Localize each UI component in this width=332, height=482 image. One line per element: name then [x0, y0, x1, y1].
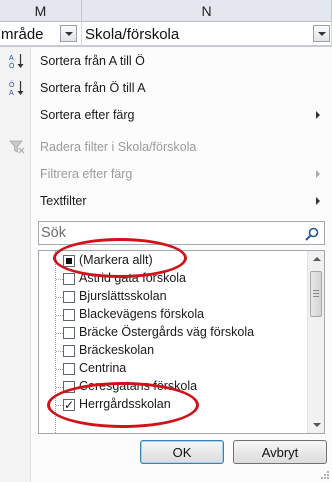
menu-item-sort-az[interactable]: A Ö Sortera från A till Ö: [0, 49, 332, 73]
item-checkbox[interactable]: [63, 291, 75, 303]
list-item-label: Blackevägens förskola: [79, 307, 205, 321]
tree-line: [56, 279, 63, 280]
submenu-arrow-icon: [316, 170, 320, 178]
menu-item-clear-filter-label: Radera filter i Skola/förskola: [40, 140, 197, 154]
item-checkbox[interactable]: [63, 327, 75, 339]
list-item[interactable]: Centrina: [39, 360, 305, 378]
menu-item-text-filter-label: Textfilter: [40, 194, 87, 208]
item-checkbox[interactable]: [63, 273, 75, 285]
menu-item-sort-color[interactable]: Sortera efter färg: [0, 103, 332, 127]
list-item-label: Bräckeskolan: [79, 343, 155, 357]
scroll-down-icon[interactable]: [313, 423, 321, 427]
item-checkbox[interactable]: [63, 309, 75, 321]
list-item-label: Astrid gata förskola: [79, 271, 186, 285]
svg-text:A: A: [9, 90, 14, 97]
list-item-label: Ceresgatans förskola: [79, 379, 198, 393]
list-item-label: Bräcke Östergårds väg förskola: [79, 325, 255, 339]
grip-line: [313, 293, 319, 294]
item-checkbox[interactable]: [63, 381, 75, 393]
clear-filter-icon: [9, 140, 25, 154]
item-checkbox[interactable]: [63, 363, 75, 375]
cell-omrade-text: mråde: [1, 25, 44, 43]
menu-item-clear-filter[interactable]: Radera filter i Skola/förskola: [0, 135, 332, 159]
autofilter-menu: A Ö Sortera från A till Ö Ö A Sortera fr…: [0, 46, 332, 482]
list-item-label: Herrgårdsskolan: [79, 397, 171, 411]
tree-line: [56, 405, 63, 406]
svg-text:A: A: [9, 55, 14, 62]
column-header-n[interactable]: N: [82, 0, 332, 22]
list-item[interactable]: Bjurslättsskolan: [39, 288, 305, 306]
list-item[interactable]: Herrgårdsskolan: [39, 396, 305, 414]
sort-ascending-icon: A Ö: [9, 54, 24, 70]
chevron-down-icon: [64, 31, 73, 36]
list-item-label: Bjurslättsskolan: [79, 289, 167, 303]
search-input[interactable]: [41, 223, 303, 243]
list-item[interactable]: Ceresgatans förskola: [39, 378, 305, 396]
list-item-label: Centrina: [79, 361, 127, 375]
list-item[interactable]: Blackevägens förskola: [39, 306, 305, 324]
item-checkbox[interactable]: [63, 345, 75, 357]
menu-item-filter-color-label: Filtrera efter färg: [40, 167, 133, 181]
filter-dropdown-button-n[interactable]: [313, 25, 330, 42]
sort-descending-icon: Ö A: [9, 81, 24, 97]
cell-skola-text: Skola/förskola: [85, 25, 180, 43]
cell-skola[interactable]: Skola/förskola: [82, 22, 332, 46]
resize-grip-icon[interactable]: [320, 470, 330, 480]
submenu-arrow-icon: [316, 197, 320, 205]
scrollbar-thumb[interactable]: [310, 271, 322, 317]
svg-text:Ö: Ö: [9, 62, 15, 70]
column-headers: M N: [0, 0, 332, 22]
list-item-label: (Markera allt): [79, 253, 153, 267]
ok-button[interactable]: OK: [140, 440, 224, 464]
svg-text:Ö: Ö: [9, 81, 15, 89]
select-all-checkbox[interactable]: [63, 255, 75, 267]
list-item[interactable]: (Markera allt): [39, 252, 305, 270]
grip-line: [313, 296, 319, 297]
submenu-arrow-icon: [316, 111, 320, 119]
menu-item-sort-az-label: Sortera från A till Ö: [40, 54, 145, 68]
list-scrollbar[interactable]: [307, 251, 324, 433]
list-item[interactable]: Astrid gata förskola: [39, 270, 305, 288]
list-item[interactable]: Bräcke Östergårds väg förskola: [39, 324, 305, 342]
tree-line: [56, 387, 63, 388]
menu-item-sort-za-label: Sortera från Ö till A: [40, 81, 146, 95]
filter-header-row: mråde Skola/förskola: [0, 22, 332, 46]
filter-dropdown-button-m[interactable]: [60, 25, 77, 42]
list-item[interactable]: Bräckeskolan: [39, 342, 305, 360]
item-checkbox[interactable]: [63, 397, 75, 413]
column-header-m[interactable]: M: [0, 0, 82, 22]
tree-line: [56, 315, 63, 316]
tree-line: [56, 297, 63, 298]
tree-line: [56, 369, 63, 370]
cancel-button[interactable]: Avbryt: [233, 440, 327, 464]
tree-line: [56, 351, 63, 352]
chevron-down-icon: [317, 31, 326, 36]
scroll-up-icon[interactable]: [313, 257, 321, 261]
grip-line: [313, 290, 319, 291]
menu-item-filter-color[interactable]: Filtrera efter färg: [0, 162, 332, 186]
search-box: [38, 221, 325, 245]
tree-line: [56, 333, 63, 334]
filter-values-list[interactable]: (Markera allt) Astrid gata förskola Bjur…: [38, 250, 325, 434]
menu-item-sort-color-label: Sortera efter färg: [40, 108, 135, 122]
menu-item-sort-za[interactable]: Ö A Sortera från Ö till A: [0, 76, 332, 100]
menu-item-text-filter[interactable]: Textfilter: [0, 189, 332, 213]
search-icon[interactable]: [304, 226, 320, 242]
